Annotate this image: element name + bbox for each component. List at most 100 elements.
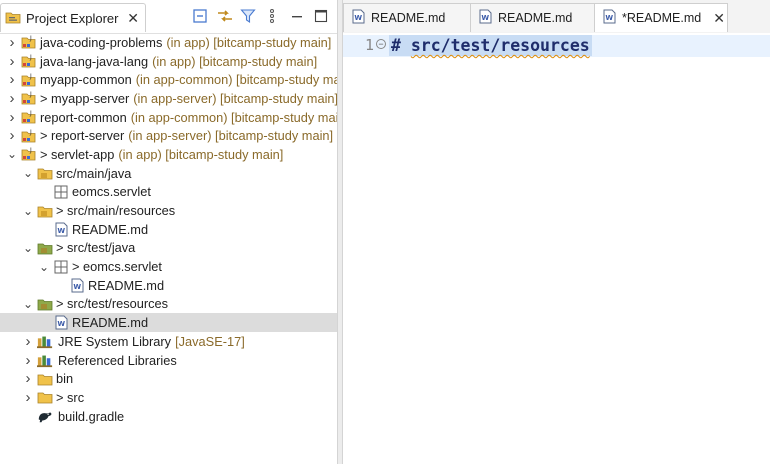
chevron-down-icon[interactable]: ⌄ [22, 166, 34, 180]
svg-text:J: J [29, 91, 32, 98]
close-icon[interactable]: ✕ [713, 10, 725, 27]
svg-text:J: J [29, 54, 32, 61]
chevron-right-icon[interactable]: › [22, 333, 34, 350]
tree-item[interactable]: build.gradle [0, 407, 337, 426]
minimize-icon[interactable] [290, 7, 304, 25]
project-icon: J [21, 72, 37, 88]
chevron-down-icon[interactable]: ⌄ [38, 260, 50, 274]
md-icon: W [53, 221, 69, 237]
item-name: java-lang-java-lang [40, 53, 149, 69]
close-icon[interactable]: ✕ [127, 10, 139, 27]
folder-icon [37, 371, 53, 387]
link-with-editor-icon[interactable] [216, 7, 234, 25]
item-name: eomcs.servlet [83, 259, 162, 275]
svg-text:J: J [29, 73, 32, 80]
item-name: src/test/resources [67, 296, 169, 312]
tree-item[interactable]: › Jjava-lang-java-lang (in app) [bitcamp-s… [0, 52, 337, 71]
md-icon: W [53, 315, 69, 331]
tree-item[interactable]: ⌄ > eomcs.servlet [0, 257, 337, 276]
chevron-right-icon[interactable]: › [6, 90, 18, 107]
tree-item-label: java-coding-problems (in app) [bitcamp-st… [40, 35, 331, 50]
tree-item[interactable]: › J > myapp-server (in app-server) [bitcamp… [0, 89, 339, 108]
maximize-icon[interactable] [314, 7, 328, 25]
filter-icon[interactable] [240, 7, 256, 25]
dirty-marker: > [56, 203, 68, 219]
tree-item[interactable]: ⌄ > src/test/resources [0, 295, 337, 314]
chevron-right-icon[interactable]: › [6, 127, 18, 144]
chevron-down-icon[interactable]: ⌄ [6, 147, 18, 161]
chevron-right-icon[interactable]: › [22, 370, 34, 387]
tree-item[interactable]: W README.md [0, 220, 337, 239]
chevron-right-icon[interactable]: › [6, 53, 18, 70]
tree-item[interactable]: › Jreport-common (in app-common) [bitcamp-… [0, 108, 350, 127]
item-decoration: (in app-common) [bitcamp-study main] [130, 109, 350, 125]
tree-item-label: > src/main/resources [56, 203, 175, 218]
tree-item[interactable]: ⌄ J > servlet-app (in app) [bitcamp-study m… [0, 145, 337, 164]
tree-item[interactable]: › Jjava-coding-problems (in app) [bitcamp-… [0, 33, 337, 52]
chevron-right-icon[interactable]: › [6, 34, 18, 51]
fold-toggle-icon[interactable]: − [376, 39, 386, 49]
item-name: README.md [72, 315, 149, 331]
tree-item[interactable]: › bin [0, 369, 337, 388]
tree-item-label: myapp-common (in app-common) [bitcamp-stu… [40, 72, 354, 87]
item-decoration: (in app-server) [bitcamp-study main] [133, 90, 339, 106]
tree-item[interactable]: › JRE System Library [JavaSE-17] [0, 332, 337, 351]
tree-item[interactable]: ⌄ > src/main/resources [0, 201, 337, 220]
editor-tab-bar: W README.md W README.md W *README.md ✕ [343, 0, 770, 34]
chevron-right-icon[interactable]: › [22, 352, 34, 369]
svg-text:W: W [73, 283, 81, 291]
library-icon [37, 352, 53, 368]
chevron-right-icon[interactable]: › [6, 71, 18, 88]
tree-item[interactable]: › > src [0, 388, 337, 407]
chevron-right-icon[interactable]: › [6, 109, 18, 126]
item-name: myapp-common [40, 72, 132, 88]
view-menu-icon[interactable] [268, 7, 276, 25]
folder-icon [37, 389, 53, 405]
collapse-all-icon[interactable] [192, 7, 208, 25]
package-icon [53, 259, 69, 275]
code-text: src/test/resources [410, 36, 590, 55]
tab-label: README.md [498, 11, 573, 25]
code-line[interactable]: # src/test/resources [389, 35, 592, 56]
tree-item[interactable]: › J > report-server (in app-server) [bitcam… [0, 126, 337, 145]
dirty-marker: > [40, 90, 52, 106]
md-icon: W [69, 277, 85, 293]
item-name: src [67, 389, 85, 405]
srcfolder-icon [37, 203, 53, 219]
tree-item-label: > src [56, 390, 84, 405]
tree-item[interactable]: ⌄ > src/test/java [0, 239, 337, 258]
item-name: README.md [88, 277, 165, 293]
project-icon: J [21, 128, 37, 144]
tab-readme-2[interactable]: W README.md [470, 3, 596, 32]
svg-text:J: J [29, 35, 32, 42]
dirty-marker: > [40, 146, 52, 162]
item-decoration: (in app) [bitcamp-study main] [118, 146, 284, 162]
tree-item[interactable]: › Referenced Libraries [0, 351, 337, 370]
chevron-down-icon[interactable]: ⌄ [22, 241, 34, 255]
project-icon: J [21, 109, 37, 125]
svg-text:W: W [57, 320, 65, 328]
project-explorer-header: Project Explorer ✕ [0, 0, 337, 34]
chevron-right-icon[interactable]: › [22, 389, 34, 406]
tree-item[interactable]: eomcs.servlet [0, 183, 337, 202]
tree-item[interactable]: ⌄ src/main/java [0, 164, 337, 183]
svg-text:J: J [29, 147, 32, 154]
item-name: bin [56, 371, 74, 387]
text-editor[interactable]: 1 − # src/test/resources [343, 33, 770, 464]
tree-item-label: README.md [88, 278, 164, 293]
item-name: src/main/java [56, 165, 132, 181]
tree-item[interactable]: W README.md [0, 313, 337, 332]
chevron-down-icon[interactable]: ⌄ [22, 297, 34, 311]
item-decoration: [JavaSE-17] [175, 333, 245, 349]
tab-readme-active[interactable]: W *README.md ✕ [594, 3, 728, 32]
svg-text:J: J [29, 110, 32, 117]
srcfolder-icon [37, 165, 53, 181]
tree-item[interactable]: W README.md [0, 276, 337, 295]
tree-item[interactable]: › Jmyapp-common (in app-common) [bitcamp-s… [0, 70, 355, 89]
editor-area: W README.md W README.md W *README.md ✕ 1… [343, 0, 770, 464]
chevron-down-icon[interactable]: ⌄ [22, 204, 34, 218]
tab-readme-1[interactable]: W README.md [343, 3, 472, 32]
tab-project-explorer[interactable]: Project Explorer ✕ [0, 3, 146, 32]
item-name: servlet-app [51, 146, 115, 162]
project-tree: › Jjava-coding-problems (in app) [bitcamp-… [0, 33, 355, 426]
